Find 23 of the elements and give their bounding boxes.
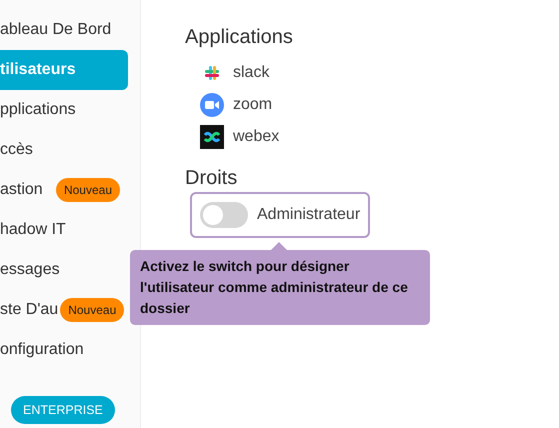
sidebar-item[interactable]: onfiguration <box>0 330 128 370</box>
app-name: zoom <box>233 96 272 114</box>
app-name: slack <box>233 64 270 82</box>
sidebar-item[interactable]: ste D'au Nouveau <box>0 290 128 330</box>
plan-badge: ENTERPRISE <box>11 396 115 424</box>
sidebar-item[interactable]: pplications <box>0 90 128 130</box>
sidebar-item[interactable]: astion Nouveau <box>0 170 128 210</box>
sidebar-item-label: astion <box>0 181 43 199</box>
sidebar-item[interactable]: ableau De Bord <box>0 10 128 50</box>
tooltip-arrow <box>271 242 287 250</box>
sidebar-item[interactable]: ccès <box>0 130 128 170</box>
video-camera-icon <box>200 93 224 117</box>
webex-icon <box>200 125 224 149</box>
toggle-switch[interactable] <box>200 202 248 228</box>
new-badge: Nouveau <box>56 178 120 202</box>
sidebar-item[interactable]: hadow IT <box>0 210 128 250</box>
section-title: Applications <box>185 26 294 49</box>
section-title: Droits <box>185 167 238 190</box>
sidebar-item[interactable]: essages <box>0 250 128 290</box>
sidebar-item-label: ste D'au <box>0 301 58 319</box>
switch-label: Administrateur <box>257 206 360 224</box>
app-name: webex <box>233 128 280 146</box>
new-badge: Nouveau <box>60 298 124 322</box>
